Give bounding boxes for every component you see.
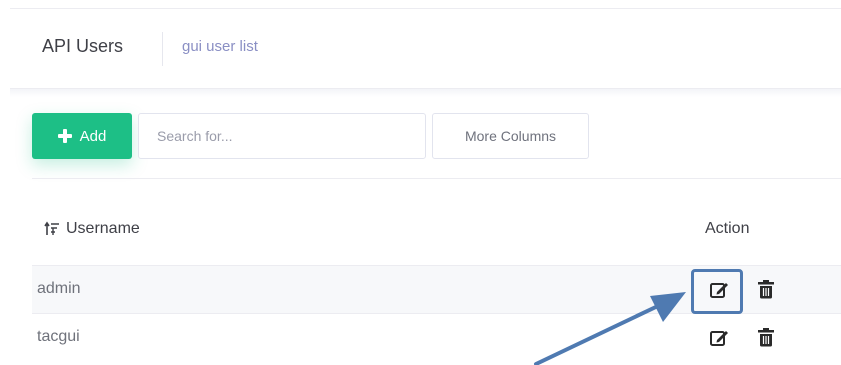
page-header: API Users gui user list <box>10 10 841 88</box>
sort-icon <box>44 221 59 235</box>
column-header-username-label: Username <box>66 220 140 237</box>
add-button-label: Add <box>79 127 107 145</box>
edit-icon[interactable] <box>709 328 729 348</box>
column-header-username[interactable]: Username <box>44 220 140 238</box>
page-subtitle: gui user list <box>182 38 258 55</box>
edit-highlight-box <box>691 269 743 314</box>
column-header-action: Action <box>705 220 750 237</box>
username-cell: tacgui <box>37 328 80 345</box>
username-cell: admin <box>37 280 81 297</box>
api-users-page: API Users gui user list Add More Columns… <box>0 0 841 365</box>
table-row: tacgui <box>32 313 841 361</box>
trash-icon[interactable] <box>757 327 775 347</box>
top-border <box>10 8 841 9</box>
more-columns-button[interactable]: More Columns <box>432 113 589 159</box>
search-input[interactable] <box>138 113 426 159</box>
page-title: API Users <box>42 36 124 56</box>
header-divider <box>162 32 163 66</box>
plus-icon <box>57 129 72 143</box>
add-button[interactable]: Add <box>32 113 132 159</box>
trash-icon[interactable] <box>757 279 775 299</box>
toolbar-divider <box>32 178 841 179</box>
